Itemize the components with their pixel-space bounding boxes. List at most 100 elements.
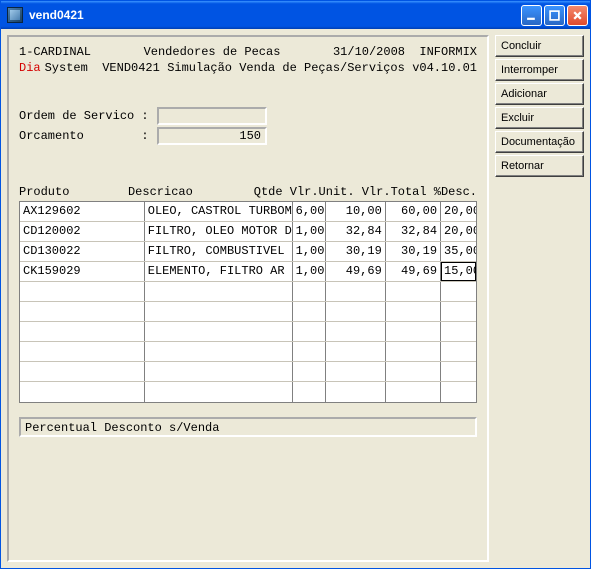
cell-desc[interactable]: [145, 302, 293, 321]
cell-qtde[interactable]: 1,00: [293, 262, 326, 281]
table-row[interactable]: [20, 302, 476, 322]
table-row[interactable]: [20, 282, 476, 302]
cell-desc2[interactable]: [441, 322, 476, 341]
table-row[interactable]: CK159029ELEMENTO, FILTRO AR1,0049,6949,6…: [20, 262, 476, 282]
date-db: 31/10/2008 INFORMIX: [333, 45, 477, 59]
cell-desc[interactable]: [145, 322, 293, 341]
retornar-button[interactable]: Retornar: [495, 155, 584, 177]
cell-unit[interactable]: [326, 322, 386, 341]
close-button[interactable]: [567, 5, 588, 26]
cell-qtde[interactable]: [293, 382, 326, 402]
cell-prod[interactable]: [20, 282, 145, 301]
adicionar-button[interactable]: Adicionar: [495, 83, 584, 105]
cell-desc2[interactable]: 20,00: [441, 202, 476, 221]
orcamento-row: Orcamento : 150: [19, 127, 477, 145]
cell-prod[interactable]: CD120002: [20, 222, 145, 241]
cell-desc2[interactable]: 15,00: [441, 262, 476, 281]
cell-prod[interactable]: [20, 302, 145, 321]
cell-unit[interactable]: [326, 382, 386, 402]
col-produto: Produto: [19, 185, 128, 199]
cell-unit[interactable]: [326, 342, 386, 361]
cell-prod[interactable]: AX129602: [20, 202, 145, 221]
cell-unit[interactable]: [326, 302, 386, 321]
screen-title: Vendedores de Pecas: [144, 45, 281, 59]
grid[interactable]: AX129602OLEO, CASTROL TURBOMAX6,0010,006…: [19, 201, 477, 403]
cell-prod[interactable]: [20, 362, 145, 381]
org-label: 1-CARDINAL: [19, 45, 91, 59]
cell-desc[interactable]: OLEO, CASTROL TURBOMAX: [145, 202, 293, 221]
cell-desc2[interactable]: [441, 282, 476, 301]
cell-prod[interactable]: CK159029: [20, 262, 145, 281]
orcamento-input[interactable]: 150: [157, 127, 267, 145]
cell-desc2[interactable]: [441, 382, 476, 402]
cell-total[interactable]: 32,84: [386, 222, 441, 241]
cell-desc[interactable]: [145, 342, 293, 361]
cell-desc[interactable]: ELEMENTO, FILTRO AR: [145, 262, 293, 281]
cell-prod[interactable]: [20, 322, 145, 341]
table-row[interactable]: [20, 382, 476, 402]
titlebar[interactable]: vend0421: [1, 1, 590, 29]
cell-unit[interactable]: 10,00: [326, 202, 386, 221]
header-line-2: DiaSystem VEND0421 Simulação Venda de Pe…: [19, 61, 477, 75]
table-row[interactable]: AX129602OLEO, CASTROL TURBOMAX6,0010,006…: [20, 202, 476, 222]
cell-qtde[interactable]: 1,00: [293, 222, 326, 241]
cell-qtde[interactable]: [293, 342, 326, 361]
cell-desc2[interactable]: [441, 302, 476, 321]
client-area: 1-CARDINAL Vendedores de Pecas 31/10/200…: [1, 29, 590, 568]
header-line-1: 1-CARDINAL Vendedores de Pecas 31/10/200…: [19, 45, 477, 59]
cell-total[interactable]: [386, 382, 441, 402]
cell-desc2[interactable]: 20,00: [441, 222, 476, 241]
cell-desc[interactable]: FILTRO, COMBUSTIVEL (DI: [145, 242, 293, 261]
col-descricao: Descricao: [128, 185, 254, 199]
cell-unit[interactable]: [326, 362, 386, 381]
minimize-button[interactable]: [521, 5, 542, 26]
orcamento-label: Orcamento :: [19, 129, 157, 143]
cell-qtde[interactable]: 6,00: [293, 202, 326, 221]
cell-total[interactable]: 30,19: [386, 242, 441, 261]
cell-qtde[interactable]: [293, 322, 326, 341]
col-rest: Qtde Vlr.Unit. Vlr.Total %Desc.: [254, 185, 477, 199]
table-row[interactable]: [20, 342, 476, 362]
maximize-button[interactable]: [544, 5, 565, 26]
cell-qtde[interactable]: [293, 282, 326, 301]
cell-prod[interactable]: [20, 342, 145, 361]
cell-unit[interactable]: 32,84: [326, 222, 386, 241]
cell-prod[interactable]: CD130022: [20, 242, 145, 261]
main-panel: 1-CARDINAL Vendedores de Pecas 31/10/200…: [7, 35, 489, 562]
interromper-button[interactable]: Interromper: [495, 59, 584, 81]
cell-qtde[interactable]: [293, 362, 326, 381]
system-label: DiaSystem VEND0421: [19, 61, 160, 75]
cell-qtde[interactable]: 1,00: [293, 242, 326, 261]
version-label: v04.10.01: [412, 61, 477, 75]
cell-unit[interactable]: 49,69: [326, 262, 386, 281]
cell-desc[interactable]: FILTRO, OLEO MOTOR DIE: [145, 222, 293, 241]
cell-desc2[interactable]: [441, 342, 476, 361]
cell-desc[interactable]: [145, 282, 293, 301]
app-window: vend0421 1-CARDINAL Vendedores de Pecas …: [0, 0, 591, 569]
cell-total[interactable]: [386, 282, 441, 301]
concluir-button[interactable]: Concluir: [495, 35, 584, 57]
cell-total[interactable]: [386, 302, 441, 321]
cell-desc[interactable]: [145, 382, 293, 402]
cell-desc2[interactable]: 35,00: [441, 242, 476, 261]
ordem-servico-row: Ordem de Servico :: [19, 107, 477, 125]
cell-prod[interactable]: [20, 382, 145, 402]
cell-total[interactable]: [386, 322, 441, 341]
cell-total[interactable]: 49,69: [386, 262, 441, 281]
excluir-button[interactable]: Excluir: [495, 107, 584, 129]
documentacao-button[interactable]: Documentação: [495, 131, 584, 153]
table-row[interactable]: [20, 322, 476, 342]
cell-desc[interactable]: [145, 362, 293, 381]
ordem-servico-input[interactable]: [157, 107, 267, 125]
cell-total[interactable]: 60,00: [386, 202, 441, 221]
cell-total[interactable]: [386, 362, 441, 381]
table-row[interactable]: CD130022FILTRO, COMBUSTIVEL (DI1,0030,19…: [20, 242, 476, 262]
cell-desc2[interactable]: [441, 362, 476, 381]
cell-unit[interactable]: [326, 282, 386, 301]
cell-qtde[interactable]: [293, 302, 326, 321]
table-row[interactable]: CD120002FILTRO, OLEO MOTOR DIE1,0032,843…: [20, 222, 476, 242]
table-row[interactable]: [20, 362, 476, 382]
status-bar: Percentual Desconto s/Venda: [19, 417, 477, 437]
cell-total[interactable]: [386, 342, 441, 361]
cell-unit[interactable]: 30,19: [326, 242, 386, 261]
